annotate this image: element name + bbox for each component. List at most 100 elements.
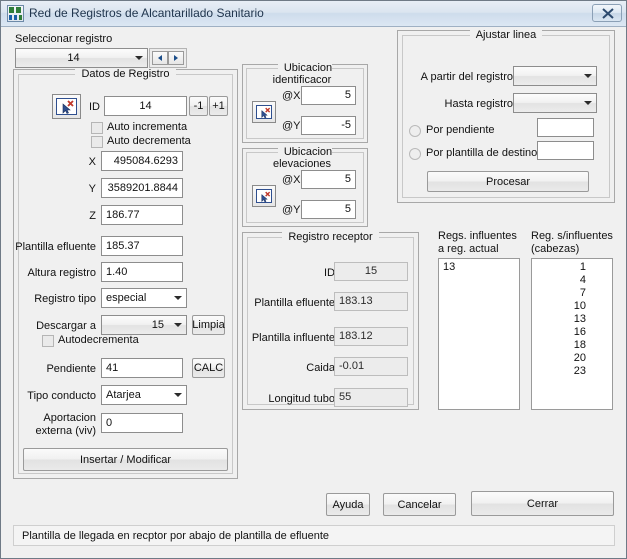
chevron-down-icon bbox=[580, 74, 596, 78]
receptor-plantilla-efluente-value: 183.13 bbox=[334, 292, 408, 311]
select-record-label: Seleccionar registro bbox=[15, 33, 113, 45]
auto-decrement-checkbox[interactable] bbox=[91, 136, 103, 148]
spinner-next-button[interactable] bbox=[168, 51, 184, 65]
ident-x-field[interactable]: 5 bbox=[301, 86, 356, 105]
por-plantilla-destino-radio[interactable] bbox=[409, 148, 421, 160]
x-field[interactable]: 495084.6293 bbox=[101, 151, 183, 171]
influentes-title-line1: Regs. influentes bbox=[438, 230, 517, 242]
select-record-combo[interactable]: 14 bbox=[15, 48, 148, 68]
aportacion-label-line1: Aportacion bbox=[43, 412, 96, 424]
registro-tipo-value: especial bbox=[106, 292, 147, 304]
por-pendiente-field[interactable] bbox=[537, 118, 594, 137]
plantilla-efluente-label: Plantilla efluente bbox=[15, 241, 96, 253]
por-plantilla-destino-label: Por plantilla de destino bbox=[426, 147, 538, 159]
record-spinner[interactable] bbox=[149, 48, 187, 68]
cancelar-button[interactable]: Cancelar bbox=[383, 493, 456, 516]
list-item[interactable]: 16 bbox=[532, 326, 612, 339]
datos-registro-caption: Datos de Registro bbox=[19, 68, 232, 80]
id-increment-button[interactable]: +1 bbox=[209, 96, 228, 116]
cabezas-title-line1: Reg. s/influentes bbox=[531, 230, 613, 242]
list-item[interactable]: 1 bbox=[532, 261, 612, 274]
insertar-modificar-button[interactable]: Insertar / Modificar bbox=[23, 448, 228, 471]
app-network-icon bbox=[7, 5, 24, 22]
chevron-down-icon bbox=[170, 393, 186, 397]
limpia-button[interactable]: Limpia bbox=[192, 315, 225, 335]
list-item[interactable]: 7 bbox=[532, 287, 612, 300]
id-label: ID bbox=[89, 101, 100, 113]
auto-increment-label: Auto incrementa bbox=[107, 121, 188, 133]
influentes-listbox[interactable]: 13 bbox=[438, 258, 520, 410]
por-pendiente-label: Por pendiente bbox=[426, 124, 495, 136]
y-label: Y bbox=[88, 183, 96, 195]
receptor-plantilla-influente-label: Plantilla influente bbox=[251, 332, 335, 344]
receptor-id-value: 15 bbox=[334, 262, 408, 281]
chevron-down-icon bbox=[131, 56, 147, 60]
id-decrement-button[interactable]: -1 bbox=[189, 96, 208, 116]
y-field[interactable]: 3589201.8844 bbox=[101, 178, 183, 198]
a-partir-del-registro-combo[interactable] bbox=[513, 66, 597, 86]
auto-increment-checkbox[interactable] bbox=[91, 122, 103, 134]
elev-x-label: @X bbox=[282, 174, 301, 186]
elev-y-label: @Y bbox=[282, 204, 301, 216]
influentes-title-line2: a reg. actual bbox=[438, 243, 499, 255]
list-item[interactable]: 20 bbox=[532, 352, 612, 365]
id-field[interactable]: 14 bbox=[104, 96, 187, 116]
pick-point-icon bbox=[261, 107, 271, 119]
ident-x-label: @X bbox=[282, 90, 301, 102]
autodecrementa-label: Autodecrementa bbox=[58, 334, 139, 346]
spinner-prev-button[interactable] bbox=[152, 51, 168, 65]
select-record-value: 14 bbox=[67, 52, 80, 64]
registro-receptor-caption: Registro receptor bbox=[248, 231, 413, 243]
descargar-a-label: Descargar a bbox=[36, 320, 96, 332]
a-partir-del-registro-label: A partir del registro bbox=[420, 71, 513, 83]
list-item[interactable]: 23 bbox=[532, 365, 612, 378]
autodecrementa-checkbox[interactable] bbox=[42, 335, 54, 347]
status-text: Plantilla de llegada en recptor por abaj… bbox=[22, 529, 329, 542]
elev-x-field[interactable]: 5 bbox=[301, 170, 356, 189]
calc-button[interactable]: CALC bbox=[192, 358, 225, 378]
receptor-longitud-tubo-label: Longitud tubo bbox=[268, 393, 335, 405]
ident-y-field[interactable]: -5 bbox=[301, 116, 356, 135]
cabezas-title-line2: (cabezas) bbox=[531, 243, 580, 255]
ayuda-button[interactable]: Ayuda bbox=[326, 493, 370, 516]
auto-decrement-label: Auto decrementa bbox=[107, 135, 191, 147]
por-plantilla-destino-field[interactable] bbox=[537, 141, 594, 160]
close-button[interactable] bbox=[592, 4, 622, 22]
pendiente-label: Pendiente bbox=[46, 363, 96, 375]
list-item[interactable]: 18 bbox=[532, 339, 612, 352]
descargar-a-value: 15 bbox=[151, 319, 164, 331]
ubicacion-identificador-caption: Ubicacion identificacor bbox=[247, 62, 363, 86]
title-bar: Red de Registros de Alcantarillado Sanit… bbox=[1, 1, 626, 27]
elev-y-field[interactable]: 5 bbox=[301, 200, 356, 219]
ident-y-label: @Y bbox=[282, 120, 301, 132]
application-window: Red de Registros de Alcantarillado Sanit… bbox=[0, 0, 627, 559]
list-item[interactable]: 13 bbox=[532, 313, 612, 326]
status-bar: Plantilla de llegada en recptor por abaj… bbox=[13, 525, 615, 546]
receptor-plantilla-efluente-label: Plantilla efluente bbox=[254, 297, 335, 309]
pick-point-button-datos[interactable] bbox=[52, 94, 81, 119]
procesar-button[interactable]: Procesar bbox=[427, 171, 589, 192]
close-icon bbox=[602, 8, 614, 19]
list-item[interactable]: 10 bbox=[532, 300, 612, 313]
list-item[interactable]: 4 bbox=[532, 274, 612, 287]
cabezas-listbox[interactable]: 1 4 7 10 13 16 18 20 23 bbox=[531, 258, 613, 410]
plantilla-efluente-field[interactable]: 185.37 bbox=[101, 236, 183, 256]
descargar-a-combo[interactable]: 15 bbox=[101, 315, 187, 335]
registro-tipo-combo[interactable]: especial bbox=[101, 288, 187, 308]
hasta-registro-combo[interactable] bbox=[513, 93, 597, 113]
hasta-registro-label: Hasta registro bbox=[444, 98, 513, 110]
z-field[interactable]: 186.77 bbox=[101, 205, 183, 225]
tipo-conducto-combo[interactable]: Atarjea bbox=[101, 385, 187, 405]
aportacion-externa-field[interactable]: 0 bbox=[101, 413, 183, 433]
pick-point-icon bbox=[62, 100, 74, 114]
list-item[interactable]: 13 bbox=[439, 261, 519, 274]
tipo-conducto-value: Atarjea bbox=[106, 389, 141, 401]
pick-point-button-identificador[interactable] bbox=[252, 101, 276, 123]
receptor-caida-label: Caida bbox=[306, 362, 335, 374]
altura-registro-field[interactable]: 1.40 bbox=[101, 262, 183, 282]
ajustar-linea-caption: Ajustar linea bbox=[403, 29, 609, 41]
pendiente-field[interactable]: 41 bbox=[101, 358, 183, 378]
cerrar-button[interactable]: Cerrar bbox=[471, 491, 614, 516]
por-pendiente-radio[interactable] bbox=[409, 125, 421, 137]
pick-point-button-elevaciones[interactable] bbox=[252, 185, 276, 207]
